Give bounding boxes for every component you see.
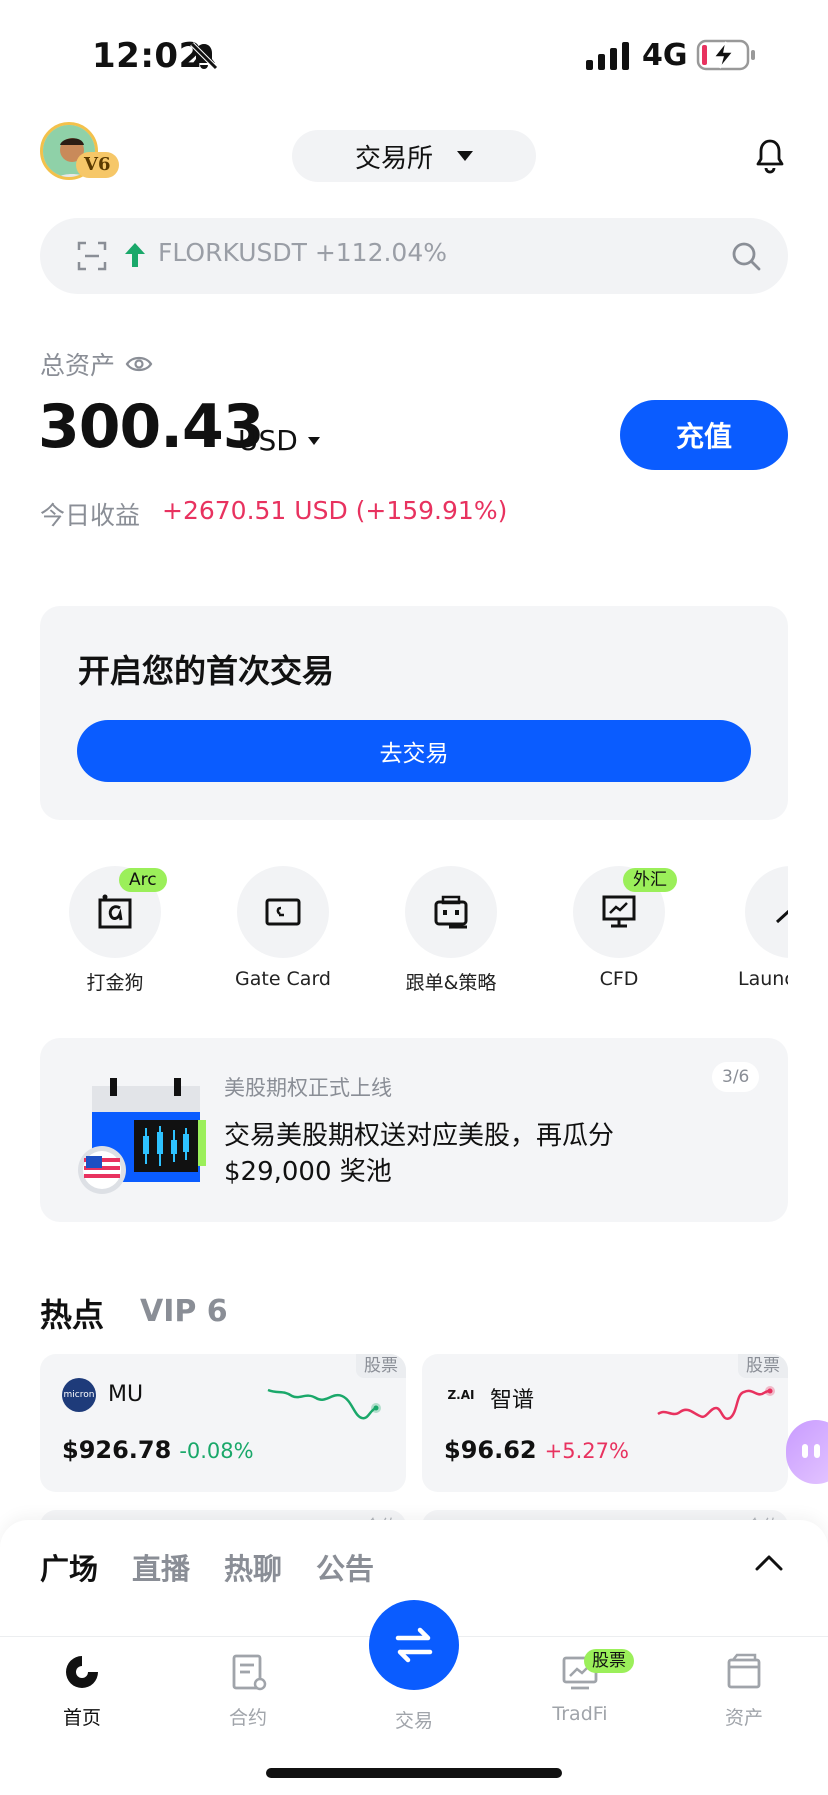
first-trade-card: 开启您的首次交易 去交易 [40, 606, 788, 820]
go-trade-button[interactable]: 去交易 [77, 720, 751, 782]
chevron-up-icon[interactable] [754, 1552, 784, 1572]
total-assets-text: 总资产 [40, 351, 116, 380]
network-type: 4G [642, 38, 688, 73]
swap-arrows-icon [395, 1627, 433, 1663]
nav-label: TradFi [552, 1703, 608, 1725]
cellular-signal-icon [586, 42, 629, 70]
nav-futures[interactable]: 合约 [188, 1651, 308, 1730]
launch-icon [775, 909, 788, 924]
quick-entry-launch[interactable]: Launc [716, 866, 788, 990]
ticker-name: 智谱 [490, 1388, 535, 1413]
micron-logo-icon: micron [62, 1378, 96, 1412]
assistant-eye [814, 1444, 820, 1458]
deposit-button[interactable]: 充值 [620, 400, 788, 470]
quick-entry-label: CFD [599, 968, 639, 990]
social-tab-live[interactable]: 直播 [132, 1546, 190, 1588]
us-stock-calendar-icon [78, 1078, 206, 1194]
wallet-icon [727, 1653, 761, 1689]
quick-entry-cfd[interactable]: 外汇 CFD [544, 866, 694, 990]
ticker-change: -0.08% [179, 1439, 254, 1463]
nav-label: 资产 [724, 1707, 763, 1729]
trending-up-arrow-icon [125, 243, 145, 267]
sparkline-down [267, 1388, 381, 1420]
alpha-icon [98, 894, 132, 929]
first-trade-title: 开启您的首次交易 [78, 652, 335, 690]
eye-icon[interactable] [125, 354, 153, 374]
promo-banner[interactable]: 美股期权正式上线 交易美股期权送对应美股，再瓜分 $29,000 奖池 3/6 [40, 1038, 788, 1222]
quick-entry-gate-card[interactable]: Gate Card [208, 866, 358, 990]
home-indicator [266, 1768, 562, 1778]
quick-entry-label: 打金狗 [86, 972, 144, 994]
quick-entry-icon-wrap [405, 866, 497, 958]
quick-entry-icon-wrap [237, 866, 329, 958]
quick-entry-launch-clip: Launc [716, 866, 788, 1006]
ticker-change: +5.27% [544, 1439, 629, 1463]
trade-swap-button[interactable] [369, 1600, 459, 1690]
assistant-eye [802, 1444, 808, 1458]
ticker-card-mu[interactable]: 股票 micron MU $926.78 -0.08% [40, 1354, 406, 1492]
today-pnl-label: 今日收益 [40, 501, 141, 530]
futures-doc-icon [232, 1654, 267, 1691]
ticker-price-row: $96.62 +5.27% [444, 1436, 629, 1464]
status-bar: 12:02 4G [0, 0, 828, 110]
ticker-tag: 股票 [356, 1354, 406, 1378]
hot-tab[interactable]: 热点 [40, 1290, 104, 1336]
banner-title: 交易美股期权送对应美股，再瓜分 $29,000 奖池 [224, 1121, 615, 1187]
quick-entry-icon-wrap [745, 866, 788, 958]
banner-subtitle: 美股期权正式上线 [224, 1076, 392, 1100]
bot-icon [434, 895, 468, 929]
total-assets-value: 300.43 [38, 392, 265, 462]
status-time: 12:02 [92, 36, 203, 76]
banner-page-indicator: 3/6 [712, 1062, 760, 1092]
bell-slash-icon [190, 42, 218, 70]
quick-entry-label: Launc [738, 968, 788, 990]
quick-entry-tag: Arc [119, 868, 167, 892]
vip-badge: V6 [76, 152, 119, 178]
ticker-tag: 股票 [738, 1354, 788, 1378]
bell-icon[interactable] [754, 138, 786, 174]
caret-down-icon [457, 151, 473, 161]
social-tab-announcement[interactable]: 公告 [316, 1546, 374, 1588]
exchange-switch-label: 交易所 [354, 143, 433, 174]
battery-charging-icon [696, 39, 755, 71]
nav-tradfi[interactable]: 股票 TradFi [520, 1649, 640, 1725]
nav-assets[interactable]: 资产 [684, 1651, 804, 1730]
social-tab-square[interactable]: 广场 [40, 1546, 98, 1588]
ticker-price: $926.78 [62, 1436, 172, 1464]
nav-tag: 股票 [584, 1649, 634, 1673]
ticker-card-zhipu[interactable]: 股票 Z.AI 智谱 $96.62 +5.27% [422, 1354, 788, 1492]
social-tab-chat[interactable]: 热聊 [224, 1546, 282, 1588]
quick-entry-label: Gate Card [235, 968, 331, 990]
zai-logo-icon: Z.AI [447, 1388, 475, 1402]
quick-entry-label: 跟单&策略 [405, 972, 497, 994]
nav-trade-label: 交易 [394, 1710, 433, 1732]
caret-down-icon [307, 436, 320, 445]
ticker-price-row: $926.78 -0.08% [62, 1436, 254, 1464]
assistant-bubble-icon[interactable] [786, 1420, 828, 1484]
ticker-name: MU [108, 1382, 144, 1407]
search-icon[interactable] [730, 240, 762, 272]
search-trending-text: FLORKUSDT +112.04% [158, 238, 448, 267]
quick-entry-alpha[interactable]: Arc 打金狗 [40, 866, 190, 995]
card-icon [265, 898, 301, 926]
currency-label: USD [238, 424, 298, 457]
sparkline-up [657, 1386, 775, 1420]
today-pnl-value: +2670.51 USD (+159.91%) [162, 496, 508, 525]
chart-board-icon [602, 895, 636, 928]
ticker-price: $96.62 [444, 1436, 537, 1464]
scan-icon[interactable] [76, 240, 108, 272]
search-bar[interactable]: FLORKUSDT +112.04% [40, 218, 788, 294]
nav-label: 首页 [62, 1707, 101, 1729]
exchange-switch[interactable]: 交易所 [292, 130, 536, 182]
vip-tab[interactable]: VIP 6 [140, 1294, 228, 1329]
total-assets-label: 总资产 [40, 346, 153, 382]
quick-entry-tag: 外汇 [623, 868, 677, 892]
currency-selector[interactable]: USD [238, 424, 320, 457]
nav-home[interactable]: 首页 [22, 1651, 142, 1730]
home-logo-icon [66, 1656, 98, 1688]
quick-entry-copy-trading[interactable]: 跟单&策略 [376, 866, 526, 995]
nav-label: 合约 [228, 1707, 267, 1729]
